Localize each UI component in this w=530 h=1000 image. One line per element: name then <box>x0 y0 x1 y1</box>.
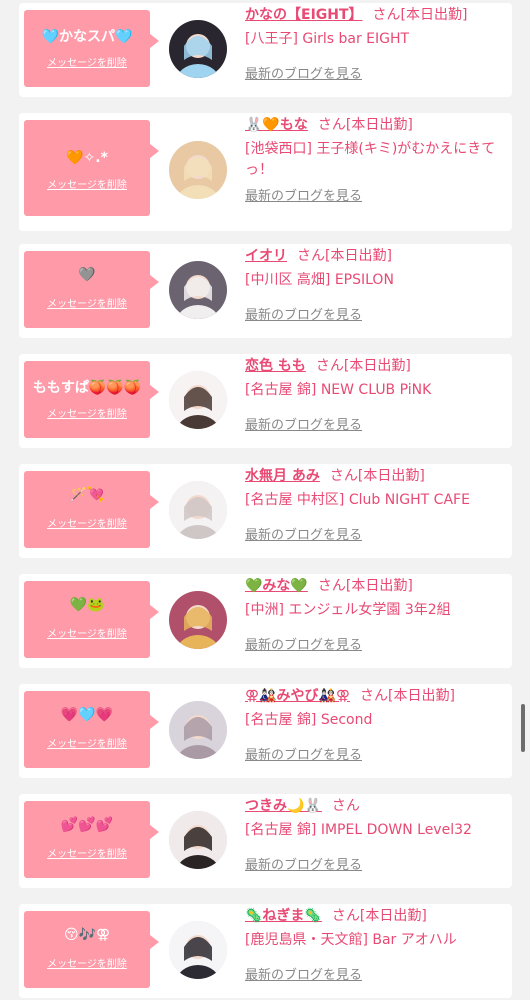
avatar[interactable] <box>169 481 227 539</box>
honorific-status: さん[本日出勤] <box>297 248 392 264</box>
delete-message-link[interactable]: メッセージを削除 <box>24 625 150 640</box>
message-bubble: 🪄💘 メッセージを削除 <box>24 471 159 548</box>
message-card: 💕💕💕 メッセージを削除 つきみ🌙🐰 さん [名古屋 錦] IMPEL DOWN … <box>19 794 512 888</box>
honorific-status: さん[本日出勤] <box>372 7 468 23</box>
delete-message-link[interactable]: メッセージを削除 <box>24 176 150 191</box>
message-bubble: 💚🐸 メッセージを削除 <box>24 581 159 658</box>
message-text: 😚🎶⚢ <box>63 927 111 943</box>
message-text: 💚🐸 <box>69 597 105 613</box>
message-card: 🩵かなスパ🩵 メッセージを削除 かなの【EIGHT】 さん[本日出勤] [八王子]… <box>19 3 512 97</box>
entry-info: ⚢🎎みやび🎎⚢ さん[本日出勤] [名古屋 錦] Second 最新のブログを見る <box>245 684 504 763</box>
latest-blog-link[interactable]: 最新のブログを見る <box>245 304 362 323</box>
shop-info: [鹿児島県・天文館] Bar アオハル <box>245 932 457 948</box>
avatar[interactable] <box>169 701 227 759</box>
member-name-link[interactable]: 🦠ねぎま🦠 <box>245 908 322 924</box>
delete-message-link[interactable]: メッセージを削除 <box>24 54 150 69</box>
member-name-link[interactable]: 🐰🧡もな <box>245 117 308 133</box>
message-card: 💚🐸 メッセージを削除 💚みな💚 さん[本日出勤] [中洲] エンジェル女学園 3… <box>19 574 512 668</box>
latest-blog-link[interactable]: 最新のブログを見る <box>245 634 362 653</box>
honorific-status: さん[本日出勤] <box>360 688 455 704</box>
latest-blog-link[interactable]: 最新のブログを見る <box>245 964 362 983</box>
delete-message-link[interactable]: メッセージを削除 <box>24 845 150 860</box>
member-name-link[interactable]: イオリ <box>245 248 287 264</box>
message-text: ももすぱ🍑🍑🍑 <box>32 380 142 396</box>
message-card: 😚🎶⚢ メッセージを削除 🦠ねぎま🦠 さん[本日出勤] [鹿児島県・天文館] Ba… <box>19 904 512 998</box>
message-text: 🪄💘 <box>69 487 105 503</box>
shop-info: [池袋西口] 王子様(キミ)がむかえにきてっ！ <box>245 141 496 178</box>
avatar[interactable] <box>169 261 227 319</box>
entry-info: 恋色 もも さん[本日出勤] [名古屋 錦] NEW CLUB PiNK 最新のブ… <box>245 354 504 433</box>
member-name-link[interactable]: 水無月 あみ <box>245 468 320 484</box>
member-name-link[interactable]: 恋色 もも <box>245 358 306 374</box>
shop-info: [名古屋 中村区] Club NIGHT CAFE <box>245 492 470 508</box>
entry-info: かなの【EIGHT】 さん[本日出勤] [八王子] Girls bar EIGHT… <box>245 3 504 82</box>
delete-message-link[interactable]: メッセージを削除 <box>24 295 150 310</box>
delete-message-link[interactable]: メッセージを削除 <box>24 955 150 970</box>
member-name-link[interactable]: かなの【EIGHT】 <box>245 7 363 23</box>
honorific-status: さん[本日出勤] <box>317 117 413 133</box>
message-card: ももすぱ🍑🍑🍑 メッセージを削除 恋色 もも さん[本日出勤] [名古屋 錦] N… <box>19 354 512 448</box>
message-card: 🧡✧.* メッセージを削除 🐰🧡もな さん[本日出勤] [池袋西口] 王子様(キミ… <box>19 113 512 231</box>
entry-info: 🦠ねぎま🦠 さん[本日出勤] [鹿児島県・天文館] Bar アオハル 最新のブログ… <box>245 904 504 983</box>
shop-info: [中洲] エンジェル女学園 3年2組 <box>245 602 451 618</box>
honorific-status: さん[本日出勤] <box>331 908 427 924</box>
avatar[interactable] <box>169 371 227 429</box>
latest-blog-link[interactable]: 最新のブログを見る <box>245 744 362 763</box>
member-name-link[interactable]: ⚢🎎みやび🎎⚢ <box>245 688 350 704</box>
shop-info: [名古屋 錦] IMPEL DOWN Level32 <box>245 822 472 838</box>
entry-info: 水無月 あみ さん[本日出勤] [名古屋 中村区] Club NIGHT CAFE… <box>245 464 504 543</box>
shop-info: [名古屋 錦] NEW CLUB PiNK <box>245 382 432 398</box>
message-bubble: 🧡✧.* メッセージを削除 <box>24 120 159 216</box>
message-text: 🧡✧.* <box>66 150 108 166</box>
message-card: 🩶 メッセージを削除 イオリ さん[本日出勤] [中川区 高畑] EPSILON … <box>19 244 512 338</box>
message-text: 💕💕💕 <box>60 817 114 833</box>
message-text: 🩵かなスパ🩵 <box>41 29 133 45</box>
shop-info: [八王子] Girls bar EIGHT <box>245 31 410 47</box>
latest-blog-link[interactable]: 最新のブログを見る <box>245 854 362 873</box>
latest-blog-link[interactable]: 最新のブログを見る <box>245 63 362 82</box>
message-bubble: 💗🩵💗 メッセージを削除 <box>24 691 159 768</box>
member-name-link[interactable]: つきみ🌙🐰 <box>245 798 322 814</box>
avatar[interactable] <box>169 811 227 869</box>
entry-info: つきみ🌙🐰 さん [名古屋 錦] IMPEL DOWN Level32 最新のブロ… <box>245 794 504 873</box>
delete-message-link[interactable]: メッセージを削除 <box>24 515 150 530</box>
shop-info: [名古屋 錦] Second <box>245 712 373 728</box>
delete-message-link[interactable]: メッセージを削除 <box>24 405 150 420</box>
honorific-status: さん <box>331 798 360 814</box>
entry-info: 💚みな💚 さん[本日出勤] [中洲] エンジェル女学園 3年2組 最新のブログを見… <box>245 574 504 653</box>
avatar[interactable] <box>169 591 227 649</box>
latest-blog-link[interactable]: 最新のブログを見る <box>245 185 362 204</box>
message-card: 💗🩵💗 メッセージを削除 ⚢🎎みやび🎎⚢ さん[本日出勤] [名古屋 錦] Sec… <box>19 684 512 778</box>
delete-message-link[interactable]: メッセージを削除 <box>24 735 150 750</box>
scrollbar-thumb[interactable] <box>521 704 525 752</box>
member-name-link[interactable]: 💚みな💚 <box>245 578 308 594</box>
avatar[interactable] <box>169 921 227 979</box>
message-bubble: 😚🎶⚢ メッセージを削除 <box>24 911 159 988</box>
honorific-status: さん[本日出勤] <box>315 358 411 374</box>
latest-blog-link[interactable]: 最新のブログを見る <box>245 414 362 433</box>
message-text: 🩶 <box>78 267 96 283</box>
message-text: 💗🩵💗 <box>60 707 114 723</box>
message-bubble: ももすぱ🍑🍑🍑 メッセージを削除 <box>24 361 159 438</box>
entry-info: イオリ さん[本日出勤] [中川区 高畑] EPSILON 最新のブログを見る <box>245 244 504 323</box>
avatar[interactable] <box>169 20 227 78</box>
entry-info: 🐰🧡もな さん[本日出勤] [池袋西口] 王子様(キミ)がむかえにきてっ！ 最新の… <box>245 113 504 204</box>
honorific-status: さん[本日出勤] <box>317 578 413 594</box>
message-bubble: 🩶 メッセージを削除 <box>24 251 159 328</box>
message-card: 🪄💘 メッセージを削除 水無月 あみ さん[本日出勤] [名古屋 中村区] Clu… <box>19 464 512 558</box>
honorific-status: さん[本日出勤] <box>329 468 425 484</box>
latest-blog-link[interactable]: 最新のブログを見る <box>245 524 362 543</box>
message-bubble: 🩵かなスパ🩵 メッセージを削除 <box>24 10 159 87</box>
shop-info: [中川区 高畑] EPSILON <box>245 272 394 288</box>
message-bubble: 💕💕💕 メッセージを削除 <box>24 801 159 878</box>
avatar[interactable] <box>169 141 227 199</box>
